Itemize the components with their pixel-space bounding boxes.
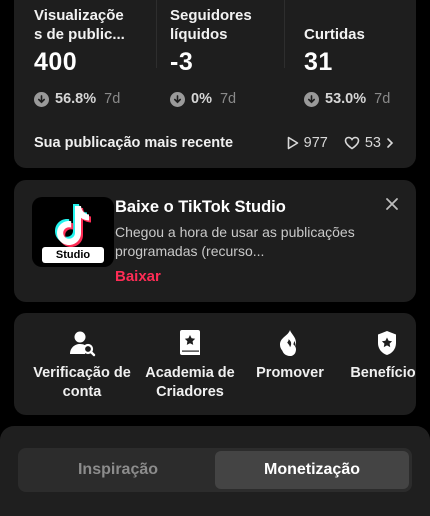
heart-icon	[344, 136, 360, 150]
chevron-right-icon	[387, 138, 394, 148]
promo-description: Chegou a hora de usar as publicações pro…	[115, 224, 355, 259]
recent-post-row[interactable]: Sua publicação mais recente 977 53	[34, 132, 394, 154]
stat-value: 400	[34, 48, 78, 76]
creator-tools-row: Verificação de conta Academia de Criador…	[14, 313, 416, 415]
stat-delta: 56.8% 7d	[34, 91, 125, 107]
play-icon	[287, 136, 298, 150]
download-button[interactable]: Baixar	[115, 268, 161, 285]
tool-label: Verificação de conta	[33, 365, 131, 400]
promo-title: Baixe o TikTok Studio	[115, 198, 286, 216]
stat-likes[interactable]: Curtidas 31 53.0% 7d	[304, 6, 390, 107]
stat-delta: 53.0% 7d	[304, 91, 390, 107]
recent-post-meta: 977 53	[277, 135, 394, 151]
studio-label: Studio	[42, 247, 104, 263]
bottom-section: Inspiração Monetização	[0, 426, 430, 516]
arrow-down-icon	[34, 91, 49, 107]
divider	[284, 0, 285, 68]
badge-star-icon	[378, 331, 396, 355]
stat-followers[interactable]: Seguidores líquidos -3 0% 7d	[170, 6, 252, 107]
stat-value: -3	[170, 48, 194, 76]
stat-views[interactable]: Visualizaçõe s de public... 400 56.8% 7d	[34, 6, 125, 107]
tab-monetization[interactable]: Monetização	[215, 451, 409, 489]
app-screen: Visualizaçõe s de public... 400 56.8% 7d…	[0, 0, 430, 516]
stat-label: Visualizaçõe s de public...	[34, 7, 125, 43]
recent-views: 977	[303, 135, 328, 151]
arrow-down-icon	[170, 91, 185, 107]
flame-icon	[280, 330, 296, 356]
divider	[156, 0, 157, 68]
book-star-icon	[180, 330, 200, 355]
stat-delta: 0% 7d	[170, 91, 252, 107]
stat-value: 31	[304, 48, 333, 76]
close-icon[interactable]	[384, 196, 400, 212]
tiktok-studio-promo[interactable]: Studio Baixe o TikTok Studio Chegou a ho…	[14, 180, 416, 302]
arrow-down-icon	[304, 91, 319, 107]
stat-label: Seguidores líquidos	[170, 7, 252, 43]
user-search-icon	[70, 331, 96, 357]
stat-label: Curtidas	[304, 26, 365, 43]
tab-inspiration[interactable]: Inspiração	[21, 451, 215, 489]
tiktok-studio-app-icon: Studio	[32, 197, 114, 267]
recent-likes: 53	[364, 135, 381, 151]
tool-account-verification[interactable]: Verificação de conta	[22, 329, 142, 402]
recent-post-label: Sua publicação mais recente	[34, 135, 234, 151]
segmented-tabs: Inspiração Monetização	[18, 448, 412, 492]
stats-card: Visualizaçõe s de public... 400 56.8% 7d…	[14, 0, 416, 168]
tool-benefits[interactable]: Benefícios	[327, 329, 416, 383]
tool-label: Benefícios	[350, 365, 416, 381]
